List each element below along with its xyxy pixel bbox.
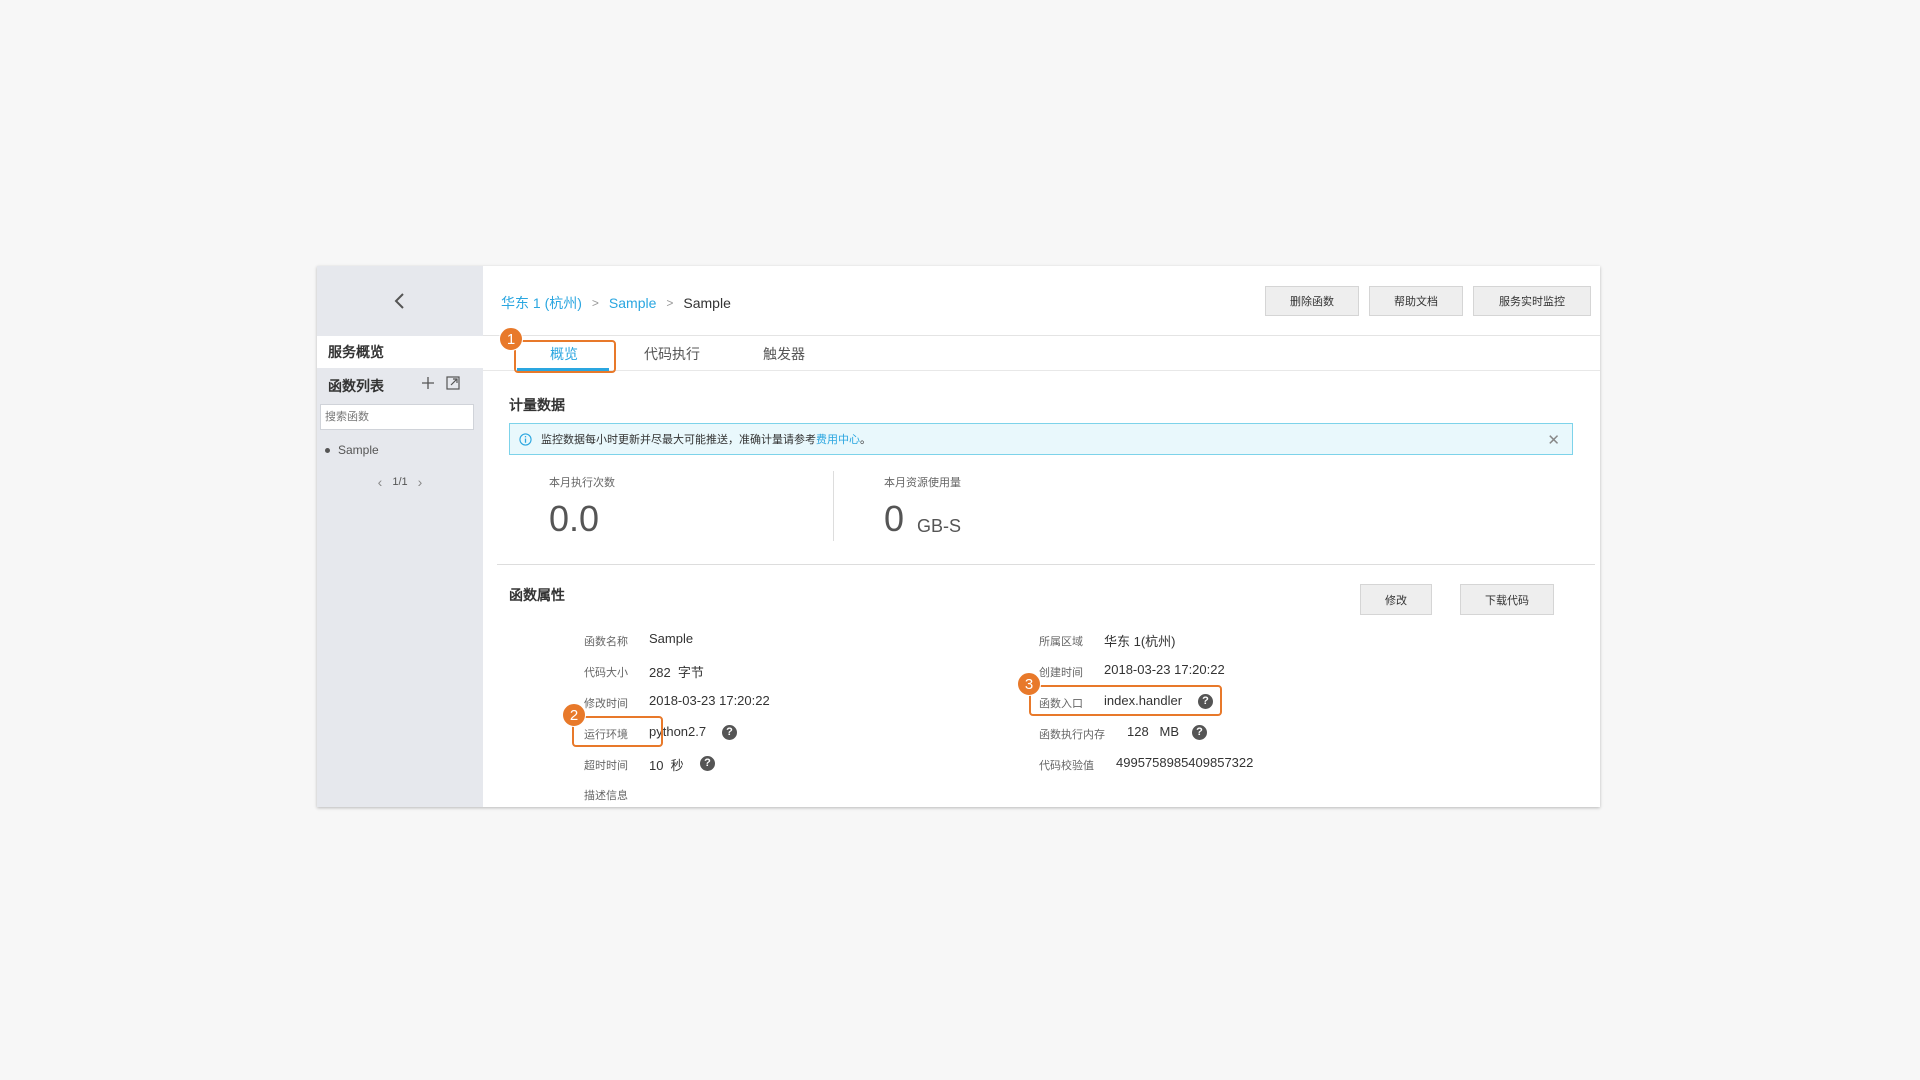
chevron-right-icon: >	[591, 296, 599, 310]
function-list-header: 函数列表	[317, 368, 483, 404]
toolbar: 删除函数 帮助文档 服务实时监控	[1265, 286, 1591, 316]
help-icon[interactable]: ?	[700, 756, 715, 771]
chevron-right-icon[interactable]: ›	[418, 474, 423, 490]
metric-divider	[833, 471, 834, 541]
prop-label-modified: 修改时间	[584, 698, 628, 710]
prop-label-timeout: 超时时间	[584, 760, 628, 772]
tab-triggers[interactable]: 触发器	[763, 344, 805, 364]
prop-value-name: Sample	[649, 631, 694, 646]
properties-title: 函数属性	[509, 587, 565, 603]
breadcrumb: 华东 1 (杭州) > Sample > Sample	[501, 293, 731, 313]
annotation-badge-3: 3	[1017, 672, 1041, 696]
expand-icon[interactable]	[445, 375, 461, 391]
resource-usage-unit: GB-S	[917, 516, 962, 536]
realtime-monitor-button[interactable]: 服务实时监控	[1473, 286, 1591, 316]
plus-icon[interactable]	[420, 375, 436, 391]
tab-code-execution[interactable]: 代码执行	[644, 344, 700, 364]
tab-bar: 概览 代码执行 触发器	[483, 336, 1600, 371]
notice-banner: 监控数据每小时更新并尽最大可能推送，准确计量请参考 费用中心。 ✕	[509, 423, 1573, 455]
back-button[interactable]	[317, 266, 483, 336]
prop-label-code-size: 代码大小	[584, 667, 628, 679]
delete-function-button[interactable]: 删除函数	[1265, 286, 1359, 316]
resource-usage-value: 0	[884, 498, 905, 539]
annotation-badge-2: 2	[562, 703, 586, 727]
help-icon[interactable]: ?	[722, 725, 737, 740]
prop-value-memory: 128 MB	[1127, 724, 1180, 739]
prop-value-modified: 2018-03-23 17:20:22	[649, 693, 770, 708]
sidebar-pager: ‹ 1/1 ›	[317, 474, 483, 490]
prop-label-description: 描述信息	[584, 790, 628, 802]
sidebar-function-item[interactable]: Sample	[317, 442, 483, 458]
sidebar-item-overview[interactable]: 服务概览	[317, 336, 483, 368]
resource-usage-label: 本月资源使用量	[884, 477, 961, 489]
prop-value-checksum: 4995758985409857322	[1116, 755, 1254, 770]
breadcrumb-service[interactable]: Sample	[609, 295, 656, 311]
function-item-label: Sample	[338, 443, 379, 457]
edit-button[interactable]: 修改	[1360, 584, 1432, 615]
help-docs-button[interactable]: 帮助文档	[1369, 286, 1463, 316]
prop-label-memory: 函数执行内存	[1039, 729, 1105, 741]
chevron-left-icon[interactable]: ‹	[378, 474, 383, 490]
prop-label-checksum: 代码校验值	[1039, 760, 1094, 772]
bullet-icon	[325, 447, 330, 453]
top-bar: 华东 1 (杭州) > Sample > Sample 删除函数 帮助文档 服务…	[483, 266, 1600, 336]
chevron-right-icon: >	[666, 296, 674, 310]
app-window: 服务概览 函数列表 Sample ‹ 1/1 › 华东 1 (杭州) > Sam…	[317, 266, 1600, 807]
sidebar: 服务概览 函数列表 Sample ‹ 1/1 ›	[317, 266, 483, 807]
highlight-box-1	[514, 340, 616, 373]
close-icon[interactable]: ✕	[1547, 431, 1560, 449]
info-icon	[519, 432, 532, 446]
highlight-box-2	[572, 716, 663, 747]
notice-end: 。	[860, 434, 871, 446]
annotation-badge-1: 1	[499, 327, 523, 351]
breadcrumb-region[interactable]: 华东 1 (杭州)	[501, 293, 582, 313]
exec-count-value: 0.0	[549, 498, 600, 539]
prop-label-region: 所属区域	[1039, 636, 1083, 648]
section-divider	[497, 564, 1595, 565]
prop-label-name: 函数名称	[584, 636, 628, 648]
prop-value-created: 2018-03-23 17:20:22	[1104, 662, 1225, 677]
pager-text: 1/1	[392, 476, 408, 488]
highlight-box-3	[1029, 685, 1222, 716]
billing-center-link[interactable]: 费用中心	[816, 431, 860, 447]
prop-value-region: 华东 1(杭州)	[1104, 634, 1176, 649]
prop-label-created: 创建时间	[1039, 667, 1083, 679]
prop-value-code-size: 282 字节	[649, 665, 704, 680]
function-search-input[interactable]	[320, 404, 474, 430]
notice-text: 监控数据每小时更新并尽最大可能推送，准确计量请参考	[541, 434, 816, 446]
breadcrumb-current: Sample	[683, 295, 731, 311]
chevron-left-icon	[394, 293, 404, 309]
prop-value-timeout: 10 秒	[649, 758, 684, 773]
function-list-title: 函数列表	[328, 378, 384, 394]
help-icon[interactable]: ?	[1192, 725, 1207, 740]
exec-count-label: 本月执行次数	[549, 477, 615, 489]
download-code-button[interactable]: 下载代码	[1460, 584, 1554, 615]
metering-title: 计量数据	[509, 397, 565, 413]
